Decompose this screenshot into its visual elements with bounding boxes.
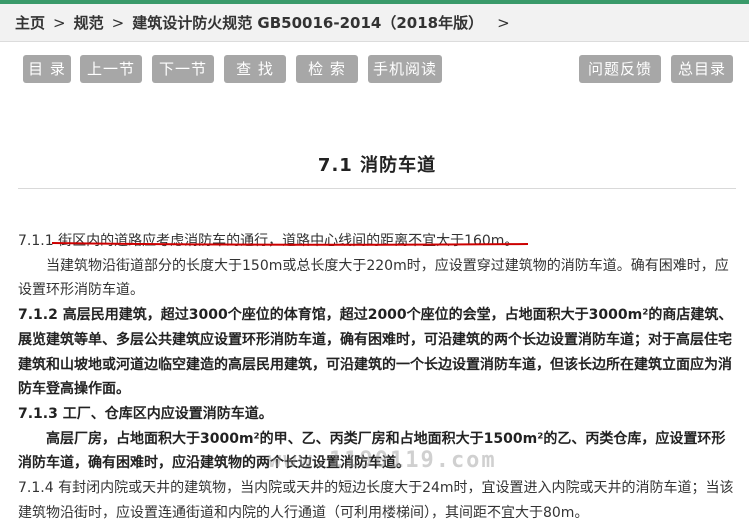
clause-7-1-4: 7.1.4 有封闭内院或天井的建筑物，当内院或天井的短边长度大于24m时，宜设置… — [18, 480, 734, 521]
breadcrumb-separator: > — [497, 13, 510, 32]
contents-button[interactable]: 目 录 — [23, 55, 71, 83]
clause-7-1-2: 7.1.2 高层民用建筑，超过3000个座位的体育馆，超过2000个座位的会堂，… — [18, 307, 733, 398]
prev-section-button[interactable]: 上一节 — [80, 55, 142, 83]
search-button[interactable]: 检 索 — [296, 55, 358, 83]
main-index-button[interactable]: 总目录 — [671, 55, 733, 83]
watermark: www.1190119.com — [268, 448, 497, 473]
mobile-read-button[interactable]: 手机阅读 — [368, 55, 442, 83]
feedback-button[interactable]: 问题反馈 — [579, 55, 661, 83]
clause-7-1-1-note: 当建筑物沿街道部分的长度大于150m或总长度大于220m时，应设置穿过建筑物的消… — [18, 257, 729, 299]
breadcrumb-home-link[interactable]: 主页 — [15, 12, 45, 33]
title-divider — [18, 188, 736, 189]
next-section-button[interactable]: 下一节 — [152, 55, 214, 83]
breadcrumb: 主页 > 规范 > 建筑设计防火规范 GB50016-2014（2018年版） … — [0, 4, 749, 42]
red-annotation-underline — [52, 242, 528, 246]
section-title: 7.1 消防车道 — [317, 155, 437, 176]
find-button[interactable]: 查 找 — [224, 55, 286, 83]
breadcrumb-separator: > — [111, 13, 125, 32]
breadcrumb-separator: > — [53, 13, 66, 32]
breadcrumb-section-link[interactable]: 规范 — [74, 12, 104, 33]
clause-7-1-3: 7.1.3 工厂、仓库区内应设置消防车道。 — [18, 405, 273, 422]
article-content: 7.1.1 街区内的道路应考虑消防车的通行，道路中心线间的距离不宜大于160m。… — [18, 229, 734, 525]
breadcrumb-current-link[interactable]: 建筑设计防火规范 GB50016-2014（2018年版） — [132, 12, 483, 33]
toolbar: 目 录 上一节 下一节 查 找 检 索 手机阅读 问题反馈 总目录 — [0, 55, 749, 85]
